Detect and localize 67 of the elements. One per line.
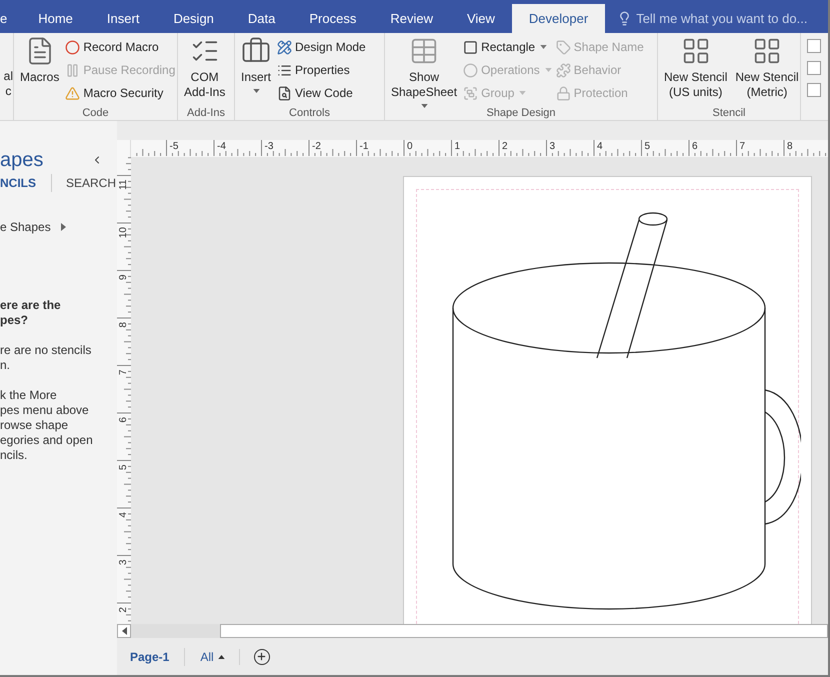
- left-arrow-icon: [122, 627, 126, 636]
- puzzle-icon: [556, 62, 571, 78]
- tell-me-field[interactable]: Tell me what you want to do...: [617, 4, 828, 33]
- caret-icon: [519, 91, 526, 95]
- ribbon-tab[interactable]: Review: [373, 4, 450, 33]
- ribbon-button[interactable]: View Code: [277, 83, 366, 103]
- scrollbar-thumb[interactable]: [220, 624, 828, 638]
- tell-me-input[interactable]: Tell me what you want to do...: [636, 8, 828, 28]
- rectangle-icon: [463, 40, 478, 54]
- ribbon-button[interactable]: Design Mode: [277, 37, 366, 57]
- plus-icon: [256, 651, 268, 662]
- magnifier-document-icon: [277, 86, 292, 100]
- add-page-button[interactable]: [254, 648, 270, 665]
- panel-tab[interactable]: SEARCH: [51, 174, 116, 192]
- ribbon-button[interactable]: Macros: [18, 36, 62, 105]
- caret-icon: [420, 104, 428, 108]
- pencil-ruler-icon: [277, 40, 292, 54]
- horizontal-ruler: -5 -4 -3 -2 -1 0 1 2 3 4 5 6 7 8: [130, 140, 828, 157]
- circle-icon: [463, 62, 478, 78]
- help-heading: ere are the pes?: [0, 298, 62, 328]
- ribbon-tab[interactable]: Developer: [512, 4, 606, 33]
- scroll-left-button[interactable]: [117, 624, 131, 638]
- ribbon-button[interactable]: Show ShapeSheet: [389, 36, 460, 105]
- ribbon-button[interactable]: COM Add-Ins: [182, 36, 228, 105]
- caret-up-icon: [218, 654, 225, 659]
- ribbon-tab[interactable]: Process: [292, 4, 374, 33]
- ribbon-tab[interactable]: Design: [156, 4, 231, 33]
- checkbox[interactable]: [807, 83, 821, 97]
- tag-icon: [556, 40, 571, 54]
- page-tab[interactable]: Page-1: [130, 648, 170, 666]
- warning-icon: [65, 86, 80, 100]
- ribbon-tab[interactable]: e: [0, 4, 22, 33]
- ribbon-button[interactable]: New Stencil (US units): [662, 36, 730, 105]
- ribbon-tab[interactable]: View: [450, 4, 512, 33]
- ribbon-button[interactable]: New Stencil (Metric): [733, 36, 801, 105]
- group-label: Add-Ins: [187, 106, 225, 120]
- ribbon-tab[interactable]: Home: [21, 4, 90, 33]
- ribbon-button[interactable]: al c: [4, 69, 13, 99]
- ribbon-button[interactable]: Record Macro: [65, 37, 176, 57]
- record-dot-icon: [65, 40, 80, 54]
- page-tab[interactable]: All: [184, 648, 225, 666]
- caret-icon: [252, 89, 260, 93]
- ribbon-button[interactable]: Macro Security: [65, 83, 176, 103]
- ribbon-button[interactable]: Insert: [239, 36, 274, 105]
- submenu-arrow-icon: [60, 223, 66, 231]
- caret-icon: [544, 68, 552, 72]
- checkbox[interactable]: [807, 61, 821, 75]
- pause-icon: [65, 62, 80, 78]
- ribbon-tab[interactable]: Data: [230, 4, 292, 33]
- group-label: Shape Design: [486, 106, 556, 120]
- panel-title: apes: [0, 148, 44, 172]
- ribbon-tab[interactable]: Insert: [90, 4, 156, 33]
- vertical-ruler: 11 10 9 8 7 6 5 4 3 2: [117, 157, 131, 624]
- caret-icon: [540, 45, 548, 49]
- panel-tab[interactable]: NCILS: [0, 174, 36, 192]
- list-icon: [277, 62, 292, 78]
- lock-icon: [556, 86, 571, 100]
- group-label: Code: [82, 106, 109, 120]
- more-shapes-menu[interactable]: e Shapes: [0, 218, 51, 236]
- help-text: re are no stencils n.: [0, 343, 92, 373]
- checkbox[interactable]: [807, 39, 821, 53]
- help-text: k the More pes menu above rowse shape egories and open ncils.: [0, 388, 94, 463]
- ribbon-button[interactable]: Rectangle: [463, 37, 552, 57]
- group-label: Controls: [289, 106, 330, 120]
- ribbon-button[interactable]: Properties: [277, 60, 366, 80]
- group-icon: [463, 86, 478, 100]
- group-label: Stencil: [712, 106, 746, 120]
